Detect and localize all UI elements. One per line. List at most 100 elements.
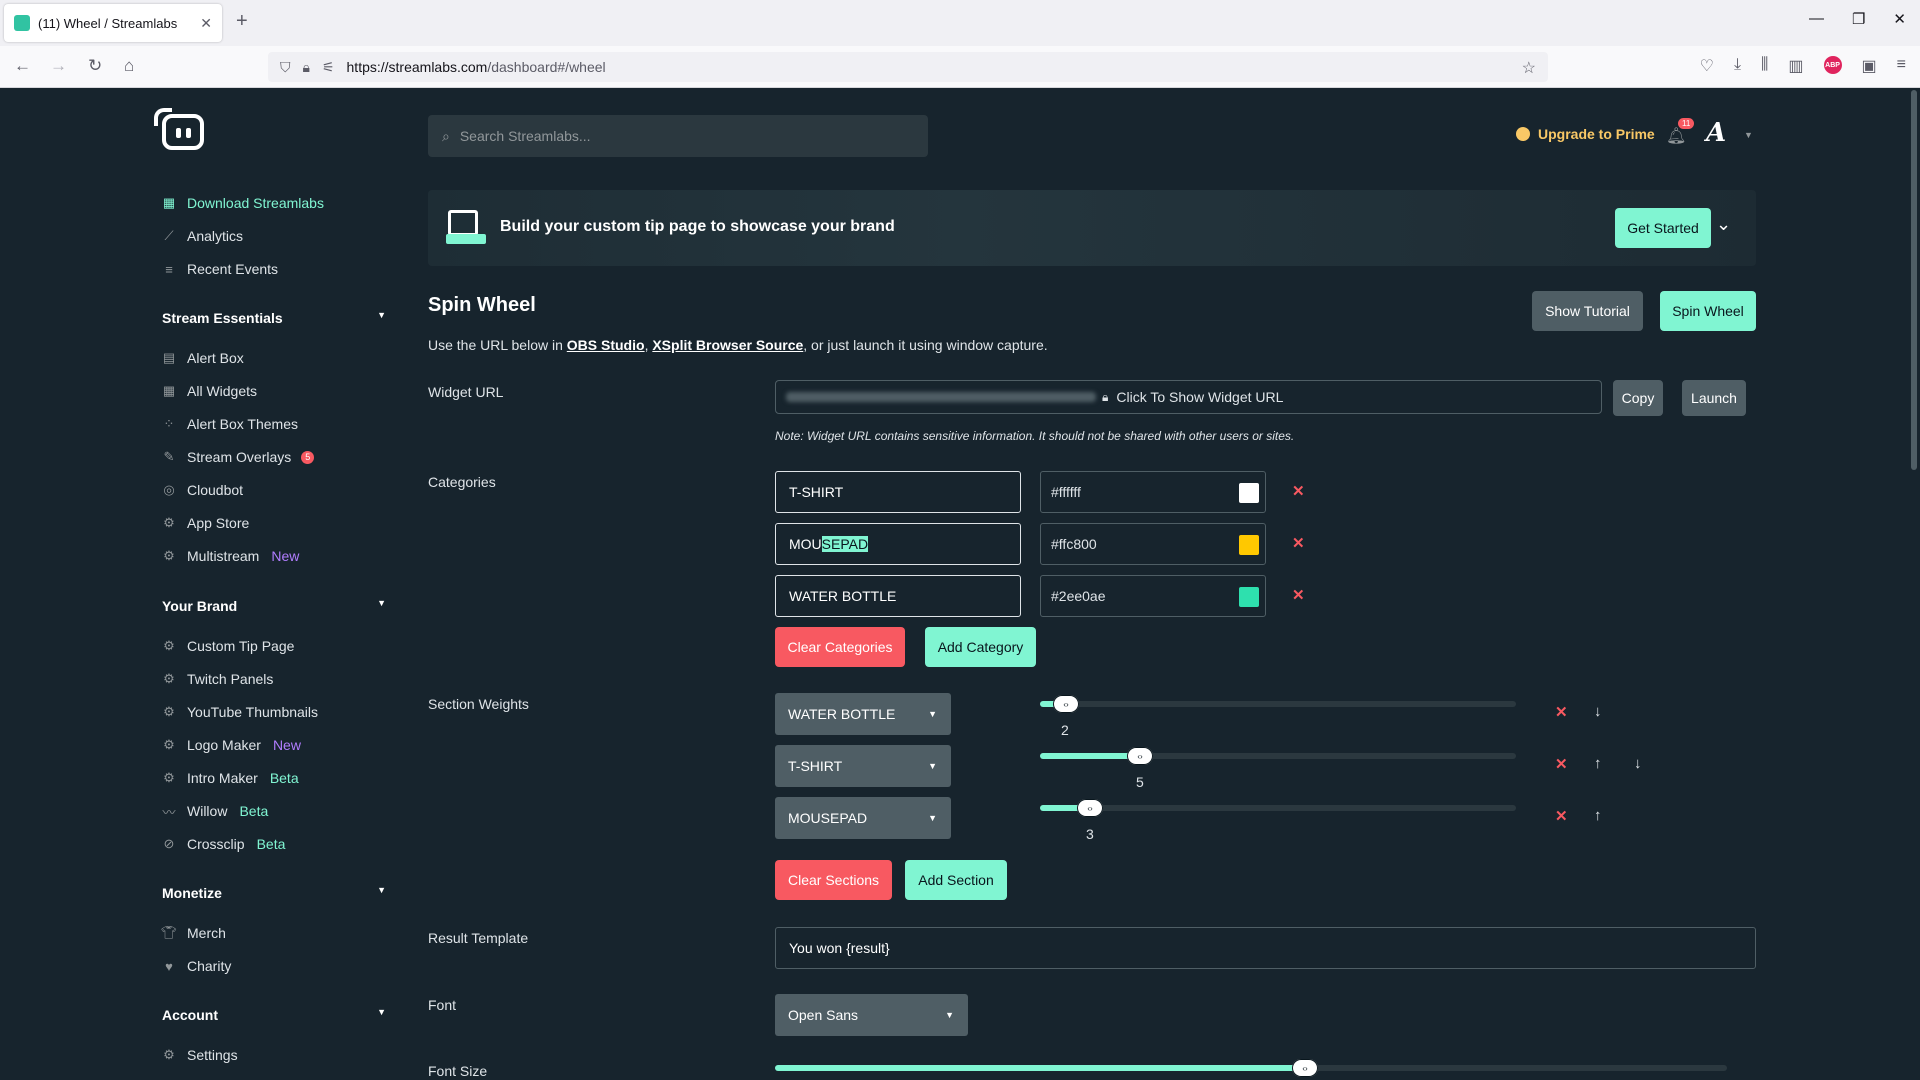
- streamlabs-logo-icon[interactable]: [162, 114, 204, 150]
- caret-down-icon[interactable]: ▼: [1744, 130, 1753, 140]
- section-monetize[interactable]: Monetize ▼: [162, 885, 386, 901]
- sidebar-item-logo-maker[interactable]: ⚙ Logo Maker New: [162, 737, 301, 753]
- close-window-icon[interactable]: ✕: [1893, 10, 1906, 28]
- widget-url-field[interactable]: 🔒︎ Click To Show Widget URL: [775, 380, 1602, 414]
- copy-button[interactable]: Copy: [1613, 380, 1663, 416]
- sidebar-item-analytics[interactable]: ⟋ Analytics: [162, 228, 243, 244]
- weight-slider[interactable]: ‹›: [1040, 799, 1516, 817]
- chevron-down-icon[interactable]: ⌄: [1716, 214, 1731, 235]
- get-started-button[interactable]: Get Started: [1615, 208, 1711, 248]
- search-bar[interactable]: ⌕: [428, 115, 928, 157]
- color-swatch[interactable]: [1239, 483, 1259, 503]
- section-select[interactable]: T-SHIRT ▼: [775, 745, 951, 787]
- obs-studio-link[interactable]: OBS Studio: [567, 337, 645, 353]
- remove-category-icon[interactable]: ✕: [1292, 482, 1305, 500]
- weight-slider[interactable]: ‹›: [1040, 695, 1516, 713]
- new-tab-icon[interactable]: +: [236, 10, 248, 33]
- reload-icon[interactable]: ↻: [88, 56, 102, 76]
- category-name-input[interactable]: MOU SEPAD: [775, 523, 1021, 565]
- clear-sections-button[interactable]: Clear Sections: [775, 860, 892, 900]
- scrollbar-thumb[interactable]: [1911, 90, 1917, 470]
- sidebar-item-cloudbot[interactable]: ◎ Cloudbot: [162, 482, 243, 498]
- section-account[interactable]: Account ▼: [162, 1007, 386, 1023]
- category-color-input[interactable]: #ffffff: [1040, 471, 1266, 513]
- sidebar-item-app-store[interactable]: ⚙ App Store: [162, 515, 249, 531]
- arrow-down-icon[interactable]: ↓: [1594, 703, 1602, 720]
- sidebar-item-twitch-panels[interactable]: ⚙ Twitch Panels: [162, 671, 273, 687]
- arrow-down-icon[interactable]: ↓: [1634, 755, 1642, 772]
- weight-slider[interactable]: ‹›: [1040, 747, 1516, 765]
- clear-categories-button[interactable]: Clear Categories: [775, 627, 905, 667]
- section-stream-essentials[interactable]: Stream Essentials ▼: [162, 310, 386, 326]
- arrow-up-icon[interactable]: ↑: [1594, 807, 1602, 824]
- category-color-input[interactable]: #2ee0ae: [1040, 575, 1266, 617]
- library-icon[interactable]: ⫼: [1761, 56, 1768, 76]
- sidebar-toggle-icon[interactable]: ▥: [1788, 56, 1803, 76]
- forward-icon[interactable]: →: [50, 56, 67, 76]
- launch-button[interactable]: Launch: [1682, 380, 1746, 416]
- sidebar-item-recent-events[interactable]: ≡ Recent Events: [162, 261, 278, 277]
- arrow-up-icon[interactable]: ↑: [1594, 755, 1602, 772]
- section-your-brand[interactable]: Your Brand ▼: [162, 598, 386, 614]
- sidebar-item-alert-box-themes[interactable]: ⁘ Alert Box Themes: [162, 416, 298, 432]
- slider-handle[interactable]: ‹›: [1127, 747, 1153, 765]
- downloads-icon[interactable]: ⤓: [1734, 56, 1741, 76]
- adblock-icon[interactable]: ABP: [1823, 56, 1842, 74]
- sidebar-item-intro-maker[interactable]: ⚙ Intro Maker Beta: [162, 770, 298, 786]
- remove-section-icon[interactable]: ✕: [1555, 807, 1568, 825]
- add-section-button[interactable]: Add Section: [905, 860, 1007, 900]
- sidebar-item-willow[interactable]: 〰 Willow Beta: [162, 803, 268, 820]
- search-input[interactable]: [459, 128, 860, 144]
- section-select[interactable]: WATER BOTTLE ▼: [775, 693, 951, 735]
- slider-handle[interactable]: ‹›: [1077, 799, 1103, 817]
- slider-handle[interactable]: ‹›: [1053, 695, 1079, 713]
- font-select[interactable]: Open Sans ▼: [775, 994, 968, 1036]
- sidebar-item-settings[interactable]: ⚙ Settings: [162, 1047, 237, 1063]
- sidebar-item-merch[interactable]: 👕︎ Merch: [161, 925, 226, 941]
- home-icon[interactable]: ⌂: [124, 56, 134, 76]
- pocket-icon[interactable]: ♡: [1700, 56, 1714, 76]
- remove-section-icon[interactable]: ✕: [1555, 755, 1568, 773]
- page-scrollbar[interactable]: [1908, 88, 1920, 1080]
- restore-icon[interactable]: ❐: [1852, 10, 1865, 28]
- sidebar-item-all-widgets[interactable]: ▦ All Widgets: [162, 383, 257, 399]
- sidebar-item-youtube-thumbnails[interactable]: ⚙ YouTube Thumbnails: [162, 704, 318, 720]
- slider-handle[interactable]: ‹›: [1292, 1059, 1318, 1077]
- bookmark-star-icon[interactable]: ☆: [1522, 58, 1536, 78]
- show-tutorial-button[interactable]: Show Tutorial: [1532, 291, 1643, 331]
- avatar[interactable]: A: [1706, 118, 1726, 148]
- remove-category-icon[interactable]: ✕: [1292, 586, 1305, 604]
- close-tab-icon[interactable]: ✕: [200, 15, 212, 32]
- permissions-icon[interactable]: ⚟: [322, 59, 335, 76]
- category-color-input[interactable]: #ffc800: [1040, 523, 1266, 565]
- sidebar-item-charity[interactable]: ♥ Charity: [162, 958, 231, 974]
- font-size-slider[interactable]: ‹›: [775, 1059, 1727, 1077]
- xsplit-link[interactable]: XSplit Browser Source: [652, 337, 803, 353]
- upgrade-prime-link[interactable]: Upgrade to Prime: [1516, 126, 1655, 142]
- shield-icon[interactable]: ⛉: [280, 59, 291, 76]
- back-icon[interactable]: ←: [14, 56, 31, 76]
- color-swatch[interactable]: [1239, 587, 1259, 607]
- sidebar-item-multistream[interactable]: ⚙ Multistream New: [162, 548, 299, 564]
- lock-icon[interactable]: 🔒︎: [303, 59, 310, 76]
- show-widget-url[interactable]: Click To Show Widget URL: [1116, 389, 1283, 405]
- sidebar-item-stream-overlays[interactable]: ✎ Stream Overlays 5: [162, 449, 315, 465]
- section-select[interactable]: MOUSEPAD ▼: [775, 797, 951, 839]
- sidebar-item-alert-box[interactable]: ▤ Alert Box: [162, 350, 244, 366]
- extension-icon[interactable]: ▣: [1862, 56, 1877, 76]
- sidebar-item-crossclip[interactable]: ⊘ Crossclip Beta: [162, 836, 286, 852]
- address-bar[interactable]: ⛉ 🔒︎ ⚟ https://streamlabs.com/dashboard#…: [268, 52, 1548, 82]
- bell-icon[interactable]: 🔔︎: [1666, 126, 1686, 146]
- spin-wheel-button[interactable]: Spin Wheel: [1660, 291, 1756, 331]
- remove-section-icon[interactable]: ✕: [1555, 703, 1568, 721]
- menu-icon[interactable]: ≡: [1897, 56, 1906, 76]
- result-template-input[interactable]: You won {result}: [775, 927, 1756, 969]
- color-swatch[interactable]: [1239, 535, 1259, 555]
- category-name-input[interactable]: T-SHIRT: [775, 471, 1021, 513]
- browser-tab[interactable]: (11) Wheel / Streamlabs ✕: [4, 4, 222, 42]
- sidebar-item-custom-tip-page[interactable]: ⚙ Custom Tip Page: [162, 638, 294, 654]
- minimize-icon[interactable]: —: [1809, 10, 1824, 28]
- remove-category-icon[interactable]: ✕: [1292, 534, 1305, 552]
- add-category-button[interactable]: Add Category: [925, 627, 1036, 667]
- category-name-input[interactable]: WATER BOTTLE: [775, 575, 1021, 617]
